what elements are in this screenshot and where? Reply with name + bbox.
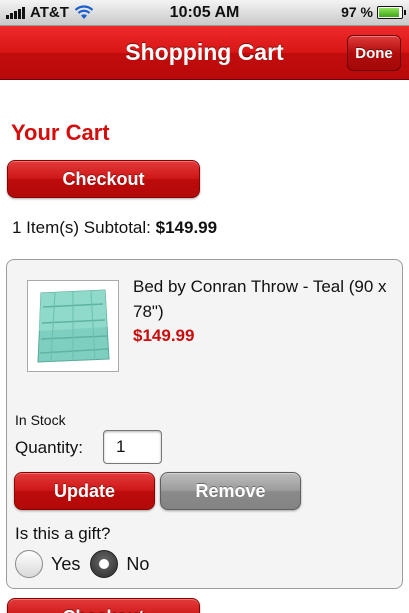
remove-button[interactable]: Remove	[160, 472, 301, 510]
quantity-input[interactable]: 1	[103, 430, 162, 464]
subtotal-line: 1 Item(s) Subtotal: $149.99	[12, 218, 217, 238]
cart-heading: Your Cart	[11, 120, 110, 145]
cart-item-card: Bed by Conran Throw - Teal (90 x 78") $1…	[6, 259, 403, 589]
gift-yes-label[interactable]: Yes	[51, 554, 80, 575]
gift-question: Is this a gift?	[15, 524, 111, 543]
checkout-button-bottom[interactable]: Checkout	[7, 598, 200, 613]
subtotal-value: $149.99	[155, 218, 218, 237]
status-bar: AT&T 10:05 AM 97 %	[0, 0, 409, 26]
gift-no-label[interactable]: No	[126, 554, 149, 575]
product-name[interactable]: Bed by Conran Throw - Teal (90 x 78")	[133, 274, 395, 324]
quantity-label: Quantity:	[15, 438, 84, 457]
battery-percent: 97 %	[341, 4, 373, 20]
status-right: 97 %	[341, 4, 406, 20]
update-button[interactable]: Update	[14, 472, 155, 510]
product-price: $149.99	[133, 326, 195, 345]
subtotal-label: 1 Item(s) Subtotal:	[12, 218, 151, 237]
stock-status: In Stock	[15, 412, 66, 428]
battery-charging-icon	[377, 5, 406, 19]
done-button[interactable]: Done	[347, 35, 401, 71]
gift-no-radio[interactable]	[90, 550, 119, 578]
nav-bar: Shopping Cart Done	[0, 26, 409, 80]
checkout-button[interactable]: Checkout	[7, 160, 200, 198]
product-thumbnail[interactable]	[27, 280, 119, 372]
product-image	[37, 289, 110, 363]
gift-radio-group: Yes No	[15, 550, 159, 578]
gift-yes-radio[interactable]	[15, 550, 43, 578]
